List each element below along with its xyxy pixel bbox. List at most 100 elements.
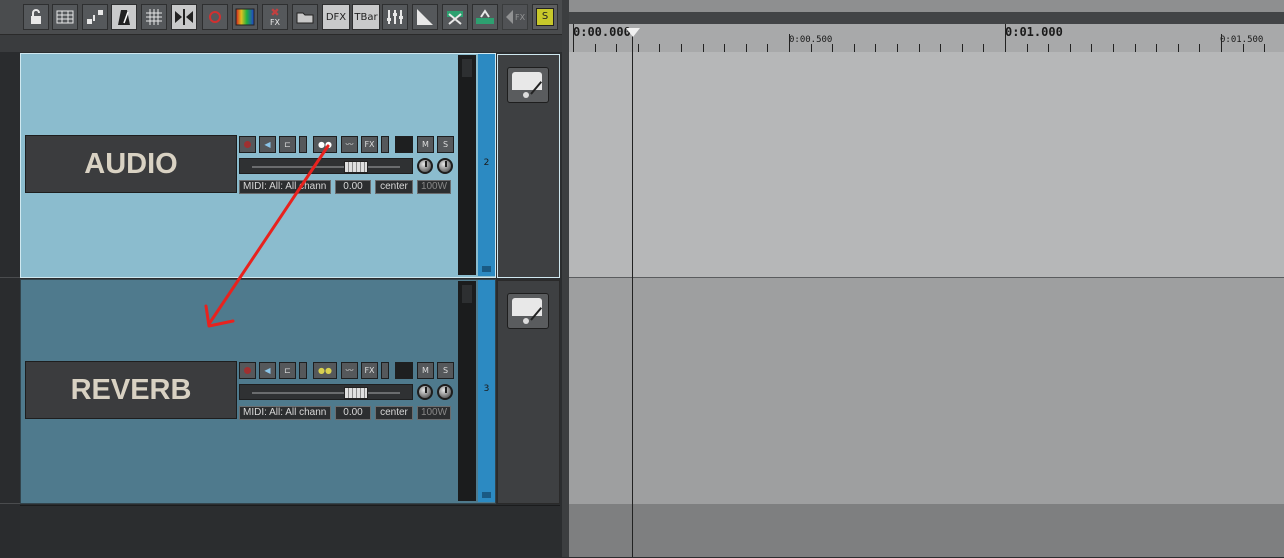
record-mode-button[interactable]: ⊏ [279, 362, 296, 379]
ruler-tick [1134, 44, 1136, 52]
grid-view-icon[interactable] [52, 4, 78, 30]
io-button[interactable] [395, 362, 413, 379]
ruler-tick [616, 44, 618, 52]
fx-bypass-icon[interactable]: ✖ FX [262, 4, 288, 30]
width-knob[interactable] [437, 384, 453, 400]
arrange-lane-audio[interactable] [569, 52, 1284, 278]
ruler-tick [681, 44, 682, 52]
snap-grid-icon[interactable] [141, 4, 167, 30]
mute-button[interactable]: M [417, 362, 434, 379]
solo-button[interactable]: S [437, 362, 454, 379]
dfx-button[interactable]: DFX [322, 4, 350, 30]
width-value[interactable]: 100W [417, 180, 451, 194]
input-meter-button[interactable] [299, 136, 307, 153]
tbar-button[interactable]: TBar [352, 4, 380, 30]
pan-value[interactable]: center [375, 180, 413, 194]
ruler-tick [637, 44, 639, 52]
solo-toggle-button[interactable]: S [532, 4, 558, 30]
settings-icon[interactable] [472, 4, 498, 30]
phase-button[interactable]: ●● [313, 136, 337, 153]
spectrum-icon[interactable] [232, 4, 258, 30]
monitor-button[interactable]: ◀ [259, 136, 276, 153]
io-button[interactable] [395, 136, 413, 153]
record-arm-button[interactable] [239, 362, 256, 379]
record-icon [244, 367, 251, 374]
track-number-strip[interactable]: 3 [478, 280, 495, 502]
routing-icon[interactable] [82, 4, 108, 30]
track-name[interactable]: AUDIO [25, 135, 237, 193]
ruler-tick [573, 24, 574, 52]
ruler-tick [594, 44, 596, 52]
ruler-tick [724, 44, 726, 52]
fx-panel-reverb[interactable] [497, 280, 560, 504]
arrange-lane-reverb[interactable] [569, 278, 1284, 504]
pan-value[interactable]: center [375, 406, 413, 420]
width-knob[interactable] [437, 158, 453, 174]
time-label: 0:00.000 [573, 25, 631, 39]
record-mode-icon: ⊏ [284, 366, 291, 375]
volume-value[interactable]: 0.00 [335, 406, 371, 420]
volume-slider-thumb[interactable] [344, 387, 368, 399]
timeline-ruler[interactable]: 0:00.000 0:00.500 0:01.000 0:01.500 [569, 0, 1284, 52]
input-meter-button[interactable] [299, 362, 307, 379]
lock-icon[interactable] [23, 4, 49, 30]
vu-meter-icon[interactable] [507, 293, 549, 329]
pan-knob[interactable] [417, 384, 433, 400]
ruler-tick [1242, 44, 1244, 52]
fx-chain-icon[interactable]: FX [502, 4, 528, 30]
metronome-icon[interactable] [111, 4, 137, 30]
speaker-icon: ◀ [264, 140, 271, 149]
folder-state-icon[interactable] [482, 492, 491, 498]
ripple-edit-icon[interactable] [171, 4, 197, 30]
track-number: 2 [483, 158, 490, 168]
envelope-button[interactable]: 〰 [341, 136, 358, 153]
pan-knob[interactable] [417, 158, 433, 174]
folder-state-icon[interactable] [482, 266, 491, 272]
empty-track-area[interactable] [20, 505, 560, 558]
midi-input-field[interactable]: MIDI: All: All chann [239, 406, 331, 420]
phase-button[interactable]: ●● [313, 362, 337, 379]
svg-text:FX: FX [515, 13, 525, 22]
tools-icon[interactable] [442, 4, 468, 30]
ruler-tick [961, 44, 963, 52]
vu-meter-icon[interactable] [507, 67, 549, 103]
arrange-lane-empty[interactable] [569, 504, 1284, 557]
volume-value[interactable]: 0.00 [335, 180, 371, 194]
width-value[interactable]: 100W [417, 406, 451, 420]
ruler-tick [1156, 44, 1158, 52]
ruler-tick [897, 44, 898, 52]
ruler-top-band [569, 0, 1284, 12]
track-level-meter [458, 55, 476, 275]
fx-button[interactable]: FX [361, 136, 378, 153]
track-panel-audio[interactable]: AUDIO ◀ ⊏ ●● 〰 FX M S MIDI: All: All cha… [20, 53, 496, 278]
solo-button[interactable]: S [437, 136, 454, 153]
volume-slider[interactable] [239, 384, 413, 400]
ruler-tick [745, 44, 747, 52]
monitor-button[interactable]: ◀ [259, 362, 276, 379]
fx-panel-audio[interactable] [497, 54, 560, 278]
ruler-tick [875, 44, 877, 52]
fx-bypass-button[interactable] [381, 136, 389, 153]
envelope-button[interactable]: 〰 [341, 362, 358, 379]
fx-button[interactable]: FX [361, 362, 378, 379]
panel-splitter[interactable] [562, 0, 569, 557]
track-name[interactable]: REVERB [25, 361, 237, 419]
midi-input-field[interactable]: MIDI: All: All chann [239, 180, 331, 194]
record-mode-button[interactable]: ⊏ [279, 136, 296, 153]
envelope-icon[interactable] [412, 4, 438, 30]
auto-crossfade-icon[interactable] [202, 4, 228, 30]
mixer-icon[interactable] [382, 4, 408, 30]
folder-icon[interactable] [292, 4, 318, 30]
vu-needle [530, 307, 543, 321]
record-arm-button[interactable] [239, 136, 256, 153]
fx-bypass-button[interactable] [381, 362, 389, 379]
ruler-region-band[interactable] [569, 12, 1284, 24]
mute-button[interactable]: M [417, 136, 434, 153]
vu-knob [523, 318, 529, 324]
track-panel-reverb[interactable]: REVERB ◀ ⊏ ●● 〰 FX M S MIDI: All: All ch… [20, 279, 496, 504]
track-number-strip[interactable]: 2 [478, 54, 495, 276]
envelope-line-icon: 〰 [345, 140, 354, 149]
volume-slider-thumb[interactable] [344, 161, 368, 173]
volume-slider[interactable] [239, 158, 413, 174]
edit-cursor-marker[interactable] [626, 28, 640, 37]
